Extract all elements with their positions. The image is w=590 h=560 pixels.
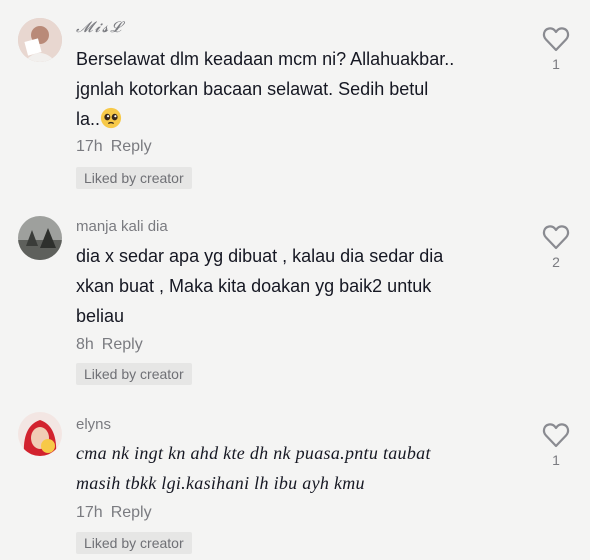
avatar[interactable] [18, 18, 62, 62]
comment-text: dia x sedar apa yg dibuat , kalau dia se… [76, 241, 516, 331]
like-button[interactable]: 1 [540, 422, 572, 468]
comment-item: elyns cma nk ingt kn ahd kte dh nk puasa… [0, 400, 590, 560]
like-button[interactable]: 1 [540, 26, 572, 72]
like-count: 2 [552, 254, 560, 270]
comment-time: 17h [76, 504, 103, 521]
heart-icon [542, 423, 570, 448]
comment-meta: 17h Reply [76, 138, 152, 156]
comment-text-line: cma nk ingt kn ahd kte dh nk puasa.pntu … [76, 443, 431, 463]
comment-username[interactable]: manja kali dia [76, 218, 168, 235]
comment-item: 𝓜𝓲𝓼𝓛 Berselawat dlm keadaan mcm ni? Alla… [0, 0, 590, 200]
comment-text-line: dia x sedar apa yg dibuat , kalau dia se… [76, 246, 444, 266]
avatar[interactable] [18, 412, 62, 456]
avatar-photo-icon [18, 18, 62, 62]
comment-text-line: la.. [76, 109, 101, 129]
pleading-face-icon [100, 107, 122, 129]
comment-time: 17h [76, 138, 103, 155]
like-count: 1 [552, 452, 560, 468]
comment-time: 8h [76, 336, 94, 353]
avatar-photo-icon [18, 412, 62, 456]
comment-username[interactable]: 𝓜𝓲𝓼𝓛 [76, 18, 123, 36]
comment-text-line: xkan buat , Maka kita doakan yg baik2 un… [76, 276, 432, 296]
avatar[interactable] [18, 216, 62, 260]
comment-text-line: jgnlah kotorkan bacaan selawat. Sedih be… [76, 79, 429, 99]
comment-username[interactable]: elyns [76, 416, 111, 433]
liked-by-creator-badge: Liked by creator [76, 363, 192, 385]
heart-icon [542, 225, 570, 250]
reply-button[interactable]: Reply [102, 336, 143, 353]
reply-button[interactable]: Reply [111, 504, 152, 521]
comment-text-line: masih tbkk lgi.kasihani lh ibu ayh kmu [76, 473, 365, 493]
comment-text: Berselawat dlm keadaan mcm ni? Allahuakb… [76, 44, 516, 134]
comment-meta: 17h Reply [76, 504, 152, 522]
liked-by-creator-badge: Liked by creator [76, 167, 192, 189]
like-count: 1 [552, 56, 560, 72]
avatar-photo-icon [18, 216, 62, 260]
like-button[interactable]: 2 [540, 224, 572, 270]
comment-text-line: Berselawat dlm keadaan mcm ni? Allahuakb… [76, 49, 455, 69]
comment-text-line: beliau [76, 306, 125, 326]
comment-meta: 8h Reply [76, 336, 143, 354]
heart-icon [542, 27, 570, 52]
comment-text: cma nk ingt kn ahd kte dh nk puasa.pntu … [76, 438, 516, 498]
comment-text-line-wrap: la.. [76, 104, 516, 134]
liked-by-creator-badge: Liked by creator [76, 532, 192, 554]
reply-button[interactable]: Reply [111, 138, 152, 155]
comment-item: manja kali dia dia x sedar apa yg dibuat… [0, 200, 590, 400]
